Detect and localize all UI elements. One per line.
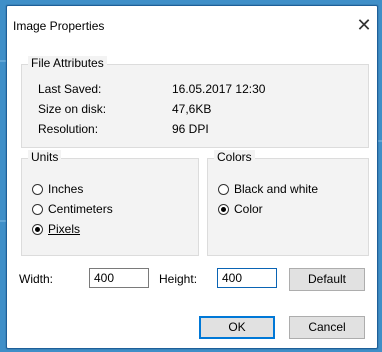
file-attributes-group: File Attributes Last Saved: 16.05.2017 1… — [21, 56, 369, 148]
colors-group: Colors Black and white Color — [207, 150, 369, 256]
default-button[interactable]: Default — [289, 268, 365, 291]
ok-button[interactable]: OK — [199, 316, 275, 339]
radio-button-selected[interactable] — [32, 224, 43, 235]
resolution-label: Resolution: — [38, 122, 99, 136]
radio-color-label: Color — [234, 202, 263, 216]
height-label: Height: — [159, 272, 198, 286]
dialog-title: Image Properties — [13, 19, 105, 33]
units-legend: Units — [28, 150, 62, 164]
radio-pixels[interactable]: Pixels — [32, 222, 182, 238]
radio-black-and-white[interactable]: Black and white — [218, 182, 363, 198]
radio-button[interactable] — [32, 204, 43, 215]
radio-pixels-label: Pixels — [48, 222, 81, 236]
radio-centimeters-label: Centimeters — [48, 202, 113, 216]
width-label: Width: — [19, 272, 54, 286]
file-attributes-legend: File Attributes — [28, 56, 107, 70]
height-input[interactable]: 400 — [217, 268, 277, 288]
size-on-disk-label: Size on disk: — [38, 102, 107, 116]
width-input[interactable]: 400 — [89, 268, 149, 288]
radio-button[interactable] — [32, 184, 43, 195]
units-group: Units Inches Centimeters Pixels — [21, 150, 199, 256]
close-icon[interactable]: ✕ — [351, 12, 377, 38]
size-on-disk-value: 47,6KB — [172, 102, 212, 116]
radio-inches[interactable]: Inches — [32, 182, 182, 198]
resolution-value: 96 DPI — [172, 122, 209, 136]
cancel-button[interactable]: Cancel — [289, 316, 365, 339]
image-properties-dialog: Image Properties ✕ File Attributes Last … — [6, 5, 378, 349]
radio-button[interactable] — [218, 184, 229, 195]
radio-centimeters[interactable]: Centimeters — [32, 202, 182, 218]
radio-inches-label: Inches — [48, 182, 84, 196]
last-saved-value: 16.05.2017 12:30 — [172, 82, 266, 96]
radio-black-and-white-label: Black and white — [234, 182, 319, 196]
radio-color[interactable]: Color — [218, 202, 363, 218]
title-bar: Image Properties ✕ — [7, 6, 377, 44]
last-saved-label: Last Saved: — [38, 82, 102, 96]
colors-legend: Colors — [214, 150, 255, 164]
radio-button-selected[interactable] — [218, 204, 229, 215]
